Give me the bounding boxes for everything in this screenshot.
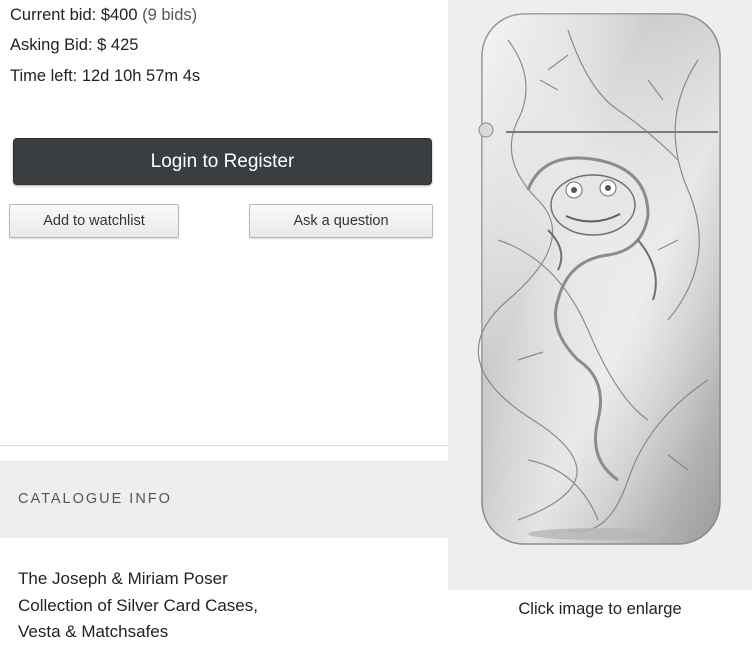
collection-line: Collection of Silver Card Cases, (18, 595, 258, 615)
bid-count: (9 bids) (142, 6, 198, 24)
current-bid-line: Current bid: $400 (9 bids) (10, 5, 197, 25)
ask-a-question-button[interactable]: Ask a question (249, 204, 433, 238)
catalogue-info-header: CATALOGUE INFO (0, 461, 448, 538)
image-panel: Click image to enlarge (448, 0, 752, 649)
current-bid-value: $400 (100, 6, 138, 24)
time-left-line: Time left: 12d 10h 57m 4s (10, 66, 200, 86)
bid-panel: Current bid: $400 (9 bids) Asking Bid: $… (0, 0, 448, 649)
collection-line: Vesta & Matchsafes (18, 622, 169, 641)
catalogue-info-title: CATALOGUE INFO (18, 491, 172, 507)
current-bid-label: Current bid: (10, 6, 97, 24)
section-divider (0, 445, 448, 446)
asking-bid-value: $ 425 (97, 36, 139, 54)
time-left-value: 12d 10h 57m 4s (81, 67, 201, 85)
collection-description: The Joseph & Miriam Poser Collection of … (18, 566, 318, 646)
enlarge-image-link[interactable]: Click image to enlarge (448, 600, 752, 619)
asking-bid-label: Asking Bid: (10, 36, 93, 54)
login-to-register-button[interactable]: Login to Register (13, 138, 432, 185)
add-to-watchlist-button[interactable]: Add to watchlist (9, 204, 179, 238)
lot-image[interactable] (448, 0, 752, 590)
collection-line: The Joseph & Miriam Poser (18, 569, 228, 588)
asking-bid-line: Asking Bid: $ 425 (10, 35, 138, 55)
vesta-case-image[interactable] (448, 0, 752, 590)
time-left-label: Time left: (10, 67, 78, 85)
